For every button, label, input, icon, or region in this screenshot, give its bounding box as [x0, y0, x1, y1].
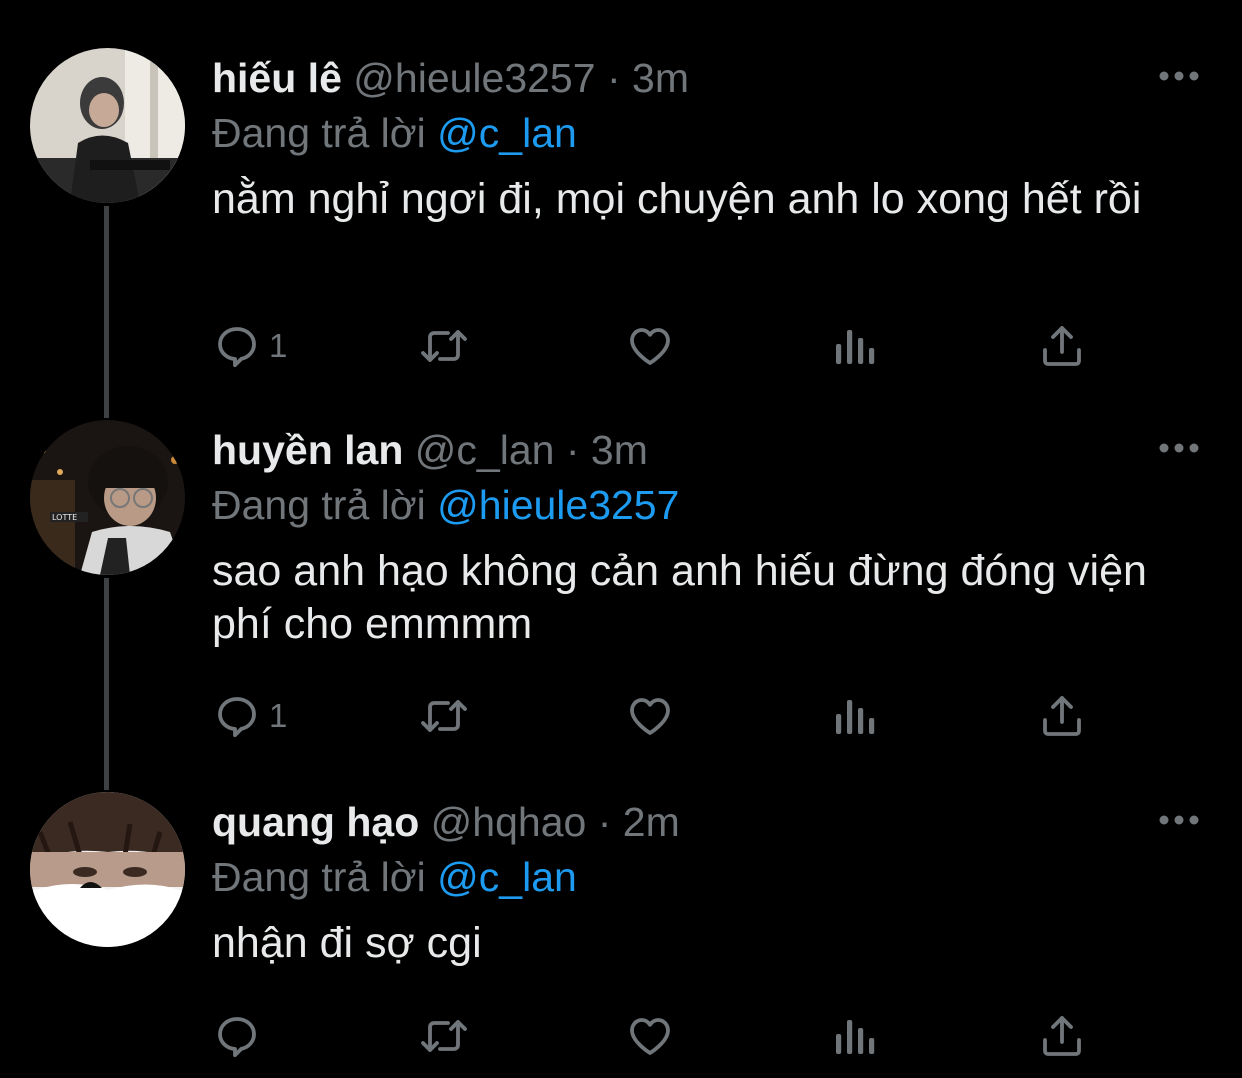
display-name[interactable]: quang hạo — [212, 799, 419, 845]
mention-link[interactable]: @hieule3257 — [437, 482, 679, 528]
more-icon — [1159, 815, 1199, 825]
share-icon — [1043, 1016, 1081, 1056]
tweet-actions: 1 — [0, 316, 1242, 376]
separator-dot: · — [565, 427, 580, 473]
more-icon — [1159, 443, 1199, 453]
like-button[interactable] — [625, 1006, 675, 1066]
analytics-button[interactable] — [834, 686, 878, 746]
tweet-header: quang hạo @hqhao · 2m — [212, 797, 680, 847]
analytics-icon — [836, 1020, 875, 1054]
reply-button[interactable]: 1 — [213, 316, 287, 376]
replying-to: Đang trả lời @hieule3257 — [212, 480, 679, 530]
more-options-button[interactable] — [1158, 812, 1200, 828]
more-options-button[interactable] — [1158, 68, 1200, 84]
avatar-photo — [30, 48, 185, 203]
tweet[interactable]: LOTTE huyền lan @c_lan · 3m Đang trả lời… — [0, 420, 1242, 750]
reply-icon — [218, 1017, 256, 1058]
analytics-icon — [836, 700, 875, 734]
share-button[interactable] — [1040, 316, 1084, 376]
avatar[interactable] — [30, 48, 185, 203]
reply-icon — [218, 697, 256, 738]
separator-dot: · — [597, 799, 612, 845]
more-options-button[interactable] — [1158, 440, 1200, 456]
tweet-header: hiếu lê @hieule3257 · 3m — [212, 53, 689, 103]
display-name[interactable]: huyền lan — [212, 427, 403, 473]
display-name[interactable]: hiếu lê — [212, 55, 342, 101]
tweet-header: huyền lan @c_lan · 3m — [212, 425, 648, 475]
share-button[interactable] — [1040, 1006, 1084, 1066]
reply-button[interactable]: 1 — [213, 686, 287, 746]
reply-icon — [218, 327, 256, 368]
avatar-photo: LOTTE — [30, 420, 185, 575]
tweet-text: nhận đi sợ cgi — [212, 919, 482, 967]
timestamp[interactable]: 2m — [623, 799, 680, 845]
like-button[interactable] — [625, 686, 675, 746]
retweet-button[interactable] — [416, 1006, 472, 1066]
tweet-actions: 1 — [0, 686, 1242, 746]
tweet[interactable]: quang hạo @hqhao · 2m Đang trả lời @c_la… — [0, 792, 1242, 1078]
mention-link[interactable]: @c_lan — [437, 854, 577, 900]
like-icon — [630, 328, 670, 365]
replying-to: Đang trả lời @c_lan — [212, 852, 577, 902]
tweet-text: sao anh hạo không cản anh hiếu đừng đóng… — [212, 547, 1147, 648]
share-button[interactable] — [1040, 686, 1084, 746]
analytics-button[interactable] — [834, 316, 878, 376]
timestamp[interactable]: 3m — [591, 427, 648, 473]
tweet-actions — [0, 1006, 1242, 1066]
svg-text:LOTTE: LOTTE — [52, 513, 77, 522]
tweet[interactable]: hiếu lê @hieule3257 · 3m Đang trả lời @c… — [0, 48, 1242, 378]
user-handle[interactable]: @c_lan — [415, 427, 555, 473]
analytics-icon — [836, 330, 875, 364]
retweet-icon — [421, 700, 467, 732]
reply-button[interactable] — [213, 1006, 269, 1066]
reply-count: 1 — [269, 327, 288, 364]
replying-to-label: Đang trả lời — [212, 482, 426, 528]
share-icon — [1043, 696, 1081, 736]
user-handle[interactable]: @hieule3257 — [353, 55, 595, 101]
like-button[interactable] — [625, 316, 675, 376]
share-icon — [1043, 326, 1081, 366]
retweet-button[interactable] — [416, 316, 472, 376]
retweet-icon — [421, 330, 467, 362]
retweet-button[interactable] — [416, 686, 472, 746]
replying-to-label: Đang trả lời — [212, 854, 426, 900]
avatar[interactable] — [30, 792, 185, 947]
tweet-text: nằm nghỉ ngơi đi, mọi chuyện anh lo xong… — [212, 175, 1142, 223]
reply-count: 1 — [269, 697, 288, 734]
replying-to-label: Đang trả lời — [212, 110, 426, 156]
replying-to: Đang trả lời @c_lan — [212, 108, 577, 158]
separator-dot: · — [606, 55, 621, 101]
timestamp[interactable]: 3m — [632, 55, 689, 101]
mention-link[interactable]: @c_lan — [437, 110, 577, 156]
avatar-photo — [30, 792, 185, 947]
user-handle[interactable]: @hqhao — [431, 799, 587, 845]
more-icon — [1159, 71, 1199, 81]
like-icon — [630, 1018, 670, 1055]
analytics-button[interactable] — [834, 1006, 878, 1066]
retweet-icon — [421, 1020, 467, 1052]
avatar[interactable]: LOTTE — [30, 420, 185, 575]
like-icon — [630, 698, 670, 735]
